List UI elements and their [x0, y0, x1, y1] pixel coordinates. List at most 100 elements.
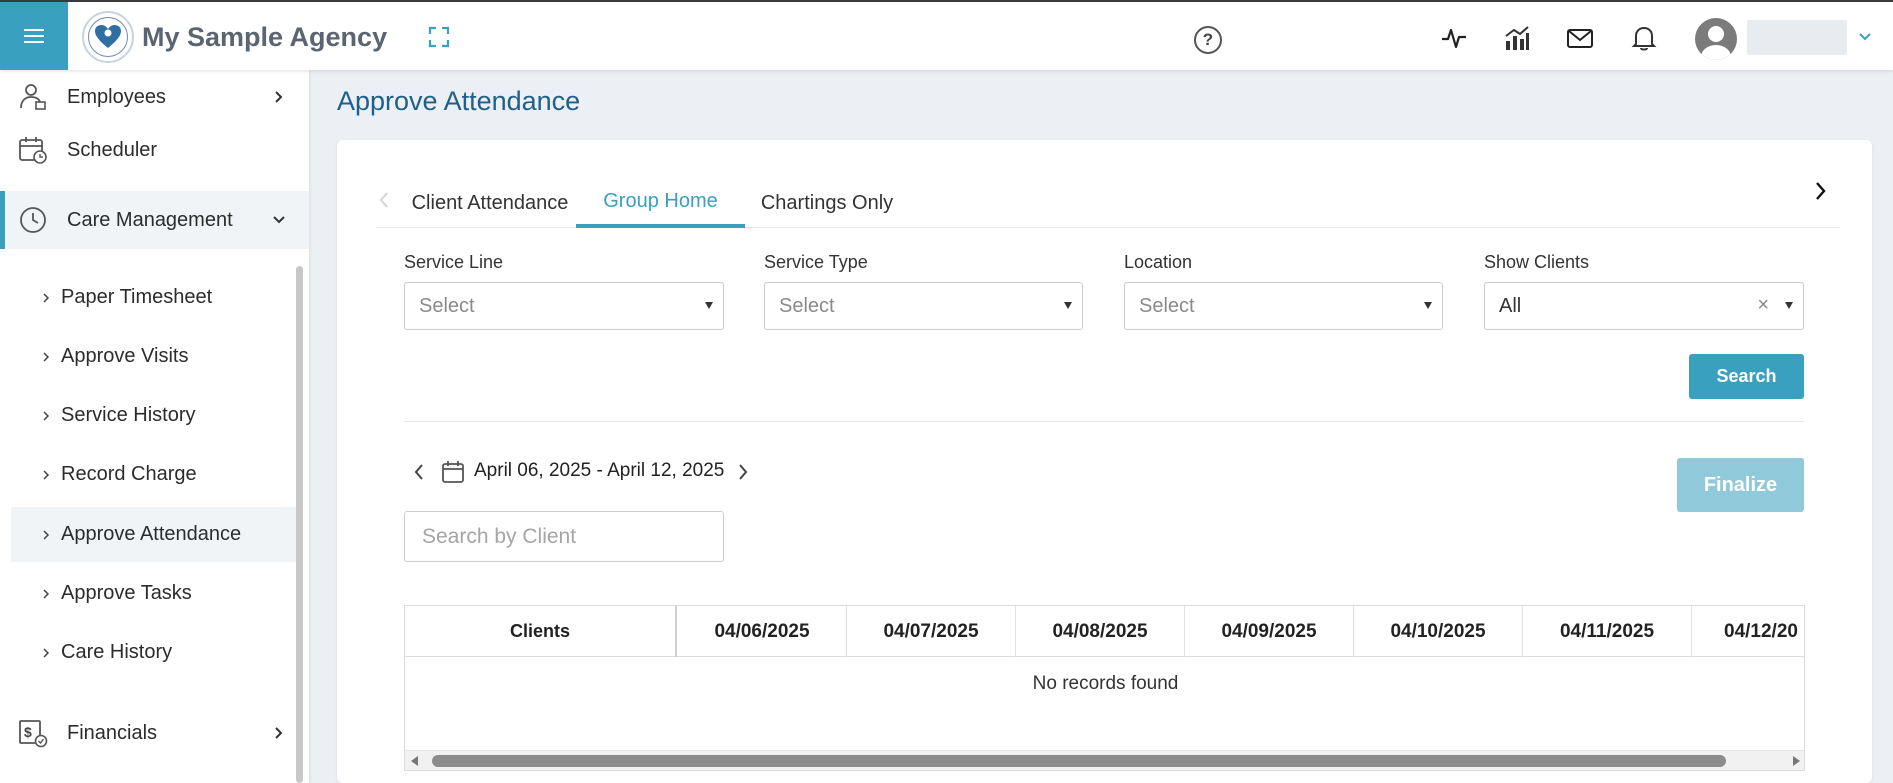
column-header-date[interactable]: 04/06/2025	[678, 606, 847, 657]
service-line-select[interactable]: Select	[404, 282, 724, 330]
location-label: Location	[1124, 252, 1193, 272]
divider	[404, 421, 1804, 422]
location-select[interactable]: Select	[1124, 282, 1443, 330]
calendar-clock-icon	[19, 137, 47, 164]
attendance-grid: Clients 04/06/2025 04/07/2025 04/08/2025…	[404, 605, 1805, 771]
sidebar-item-financials[interactable]: $ Financials	[0, 706, 309, 760]
chevron-right-icon	[43, 469, 50, 480]
sidebar-subitem-label: Approve Visits	[61, 345, 189, 367]
calendar-icon[interactable]	[441, 460, 465, 484]
scroll-right-icon[interactable]	[1793, 756, 1800, 766]
sidebar-subitem-label: Approve Attendance	[61, 523, 242, 545]
sidebar-subitem-service-history[interactable]: Service History	[11, 388, 297, 443]
help-icon[interactable]: ?	[1194, 26, 1222, 54]
tab-bar: Client Attendance Group Home Chartings O…	[377, 178, 1839, 228]
chevron-right-icon[interactable]	[1813, 180, 1829, 202]
grid-header: Clients 04/06/2025 04/07/2025 04/08/2025…	[405, 606, 1804, 657]
sidebar-subitem-label: Approve Tasks	[61, 582, 192, 604]
scrollbar-thumb[interactable]	[432, 755, 1726, 767]
sidebar-label: Financials	[67, 721, 158, 744]
analytics-icon[interactable]	[1503, 24, 1531, 52]
chevron-down-icon	[273, 216, 285, 224]
sidebar-item-scheduler[interactable]: Scheduler	[0, 123, 309, 177]
sidebar-label: Employees	[67, 85, 166, 108]
sidebar-subitem-care-history[interactable]: Care History	[11, 625, 297, 680]
column-header-clients[interactable]: Clients	[405, 606, 677, 657]
select-value: Select	[1139, 294, 1195, 317]
chevron-right-icon	[43, 588, 50, 599]
activity-icon[interactable]	[1440, 24, 1468, 52]
show-clients-select[interactable]: All ×	[1484, 282, 1804, 330]
chevron-right-icon	[43, 529, 50, 540]
chevron-right-icon[interactable]	[736, 462, 750, 482]
sidebar-subitem-approve-visits[interactable]: Approve Visits	[11, 329, 297, 384]
chevron-left-icon[interactable]	[412, 462, 426, 482]
sidebar-subitem-paper-timesheet[interactable]: Paper Timesheet	[11, 270, 297, 325]
service-type-label: Service Type	[764, 252, 868, 272]
search-client-input[interactable]	[404, 511, 724, 562]
sidebar: Employees Scheduler Care Management Pape…	[0, 70, 309, 783]
avatar[interactable]	[1695, 18, 1737, 60]
select-value: Select	[419, 294, 475, 317]
clear-icon[interactable]: ×	[1757, 294, 1769, 317]
scroll-left-icon[interactable]	[411, 756, 418, 766]
sidebar-item-employees[interactable]: Employees	[0, 70, 309, 124]
search-button[interactable]: Search	[1689, 354, 1804, 399]
tab-chartings-only[interactable]: Chartings Only	[751, 178, 903, 228]
sidebar-subitem-record-charge[interactable]: Record Charge	[11, 447, 297, 502]
menu-button[interactable]	[0, 2, 68, 70]
caret-down-icon	[1064, 302, 1072, 309]
service-type-select[interactable]: Select	[764, 282, 1083, 330]
clock-icon	[20, 207, 46, 233]
column-header-date[interactable]: 04/09/2025	[1185, 606, 1354, 657]
select-value: All	[1499, 294, 1522, 317]
attendance-card: Client Attendance Group Home Chartings O…	[337, 140, 1872, 783]
sidebar-subitem-label: Service History	[61, 404, 196, 426]
column-header-date[interactable]: 04/07/2025	[847, 606, 1016, 657]
chevron-right-icon	[275, 91, 283, 103]
chevron-right-icon	[43, 410, 50, 421]
sidebar-scrollbar[interactable]	[296, 266, 303, 783]
chevron-right-icon	[43, 351, 50, 362]
chevron-right-icon	[43, 292, 50, 303]
top-bar: My Sample Agency ?	[0, 0, 1893, 70]
week-range: April 06, 2025 - April 12, 2025	[474, 460, 725, 481]
agency-logo	[82, 11, 134, 63]
horizontal-scrollbar[interactable]	[405, 750, 1804, 770]
svg-text:$: $	[24, 724, 32, 740]
column-header-date[interactable]: 04/11/2025	[1523, 606, 1692, 657]
tab-client-attendance[interactable]: Client Attendance	[409, 178, 571, 228]
page-title: Approve Attendance	[337, 86, 581, 116]
mail-icon[interactable]	[1566, 24, 1594, 52]
financials-icon: $	[19, 720, 48, 748]
chevron-left-icon[interactable]	[377, 190, 391, 210]
chevron-down-icon[interactable]	[1858, 30, 1872, 44]
menu-icon	[24, 35, 44, 37]
caret-down-icon	[1424, 302, 1432, 309]
finalize-button[interactable]: Finalize	[1677, 458, 1804, 512]
sidebar-subitem-label: Care History	[61, 641, 173, 663]
sidebar-subitem-label: Record Charge	[61, 463, 197, 485]
sidebar-subitem-approve-attendance[interactable]: Approve Attendance	[11, 507, 297, 562]
sidebar-item-care-management[interactable]: Care Management	[0, 191, 309, 249]
sidebar-label: Care Management	[67, 208, 233, 231]
tab-group-home[interactable]: Group Home	[576, 178, 745, 228]
agency-name: My Sample Agency	[142, 22, 388, 52]
service-line-label: Service Line	[404, 252, 504, 272]
show-clients-label: Show Clients	[1484, 252, 1590, 272]
select-value: Select	[779, 294, 835, 317]
chevron-right-icon	[275, 727, 283, 739]
chevron-right-icon	[43, 647, 50, 658]
bell-icon[interactable]	[1630, 24, 1658, 52]
expand-icon[interactable]	[428, 26, 450, 48]
sidebar-subitem-approve-tasks[interactable]: Approve Tasks	[11, 566, 297, 621]
sidebar-subitem-label: Paper Timesheet	[61, 286, 213, 308]
username-field[interactable]	[1747, 20, 1847, 55]
caret-down-icon	[1785, 302, 1793, 309]
caret-down-icon	[705, 302, 713, 309]
column-header-date[interactable]: 04/08/2025	[1016, 606, 1185, 657]
column-header-date[interactable]: 04/10/2025	[1354, 606, 1523, 657]
column-header-date[interactable]: 04/12/20	[1692, 606, 1804, 657]
sidebar-label: Scheduler	[67, 138, 158, 161]
employee-icon	[20, 84, 46, 110]
